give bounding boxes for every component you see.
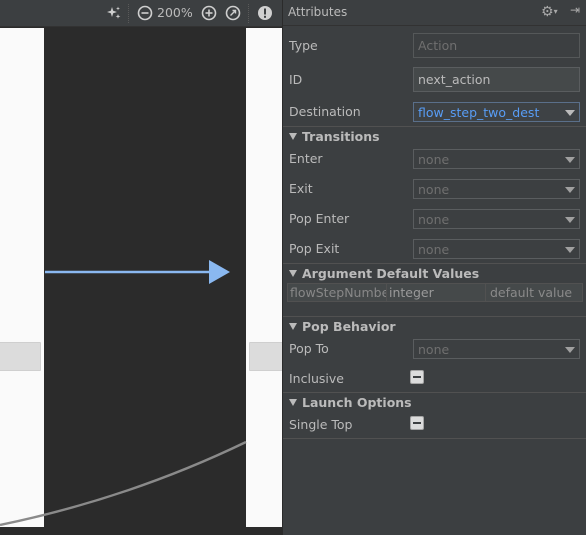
- inclusive-checkbox[interactable]: [410, 370, 424, 384]
- toolbar-separator: [248, 4, 249, 23]
- argument-type: integer: [389, 285, 434, 300]
- type-label: Type: [289, 38, 318, 53]
- section-divider: [283, 438, 586, 439]
- canvas-toolbar: 200%: [0, 0, 282, 27]
- argument-default-value-cell[interactable]: default value: [485, 283, 583, 302]
- pop-behavior-header-text: Pop Behavior: [302, 319, 396, 334]
- transitions-header-text: Transitions: [302, 129, 380, 144]
- chevron-down-icon: [565, 217, 575, 223]
- inclusive-label: Inclusive: [289, 371, 344, 386]
- enter-value: none: [418, 152, 450, 167]
- selected-action-arrow[interactable]: [45, 260, 230, 284]
- type-field: Action: [413, 33, 580, 58]
- type-placeholder: Action: [418, 38, 458, 53]
- exit-label: Exit: [289, 181, 313, 196]
- pop-exit-label: Pop Exit: [289, 241, 340, 256]
- argument-name-cell: flowStepNumbe: [287, 283, 387, 302]
- section-divider: [283, 316, 586, 317]
- zoom-level: 200%: [157, 5, 193, 20]
- collapse-triangle-icon: [289, 399, 297, 406]
- collapse-triangle-icon: [289, 270, 297, 277]
- pop-exit-value: none: [418, 242, 450, 257]
- id-value: next_action: [418, 72, 491, 87]
- arguments-header-text: Argument Default Values: [302, 266, 480, 281]
- single-top-checkbox[interactable]: [410, 416, 424, 430]
- section-divider: [283, 392, 586, 393]
- argument-default-value: default value: [490, 285, 573, 300]
- attributes-panel: Attributes ⚙▾ ⇥ Type Action ID next_acti…: [282, 0, 586, 535]
- zoom-out-icon[interactable]: [136, 4, 154, 22]
- zoom-fit-icon[interactable]: [224, 4, 242, 22]
- panel-header: Attributes ⚙▾ ⇥: [283, 0, 586, 26]
- pop-exit-dropdown[interactable]: none: [413, 239, 580, 259]
- section-divider: [283, 263, 586, 264]
- hide-panel-icon[interactable]: ⇥: [570, 3, 580, 17]
- chevron-down-icon: [565, 187, 575, 193]
- argument-type-cell: integer: [386, 283, 486, 302]
- launch-options-section-header[interactable]: Launch Options: [289, 395, 412, 410]
- pop-enter-label: Pop Enter: [289, 211, 350, 226]
- destination-label: Destination: [289, 104, 361, 119]
- panel-title: Attributes: [288, 5, 348, 19]
- arguments-section-header[interactable]: Argument Default Values: [289, 266, 479, 281]
- transitions-section-header[interactable]: Transitions: [289, 129, 380, 144]
- chevron-down-icon: [565, 347, 575, 353]
- enter-label: Enter: [289, 151, 323, 166]
- launch-options-header-text: Launch Options: [302, 395, 412, 410]
- pop-enter-value: none: [418, 212, 450, 227]
- pop-behavior-section-header[interactable]: Pop Behavior: [289, 319, 396, 334]
- id-input[interactable]: next_action: [413, 67, 580, 92]
- section-divider: [283, 126, 586, 127]
- exit-dropdown[interactable]: none: [413, 179, 580, 199]
- exit-value: none: [418, 182, 450, 197]
- app-root: 200% Attributes ⚙▾ ⇥ Type Action ID next…: [0, 0, 586, 535]
- canvas-area[interactable]: [0, 28, 282, 535]
- enter-dropdown[interactable]: none: [413, 149, 580, 169]
- navigation-canvas: 200%: [0, 0, 282, 535]
- destination-dropdown[interactable]: flow_step_two_dest: [413, 102, 580, 122]
- destination-value: flow_step_two_dest: [418, 105, 540, 120]
- chevron-down-icon: [565, 157, 575, 163]
- pop-enter-dropdown[interactable]: none: [413, 209, 580, 229]
- secondary-action-line[interactable]: [0, 440, 247, 527]
- collapse-triangle-icon: [289, 133, 297, 140]
- chevron-down-icon: [565, 110, 575, 116]
- pop-to-dropdown[interactable]: none: [413, 339, 580, 359]
- id-label: ID: [289, 72, 303, 87]
- toolbar-separator: [128, 4, 129, 23]
- warning-icon[interactable]: [256, 4, 274, 22]
- pop-to-label: Pop To: [289, 341, 329, 356]
- pop-to-value: none: [418, 342, 450, 357]
- chevron-down-icon: [565, 247, 575, 253]
- zoom-in-icon[interactable]: [200, 4, 218, 22]
- argument-name: flowStepNumbe: [290, 285, 387, 300]
- auto-arrange-icon[interactable]: [104, 4, 124, 22]
- collapse-triangle-icon: [289, 323, 297, 330]
- gear-icon[interactable]: ⚙▾: [541, 4, 558, 20]
- single-top-label: Single Top: [289, 417, 353, 432]
